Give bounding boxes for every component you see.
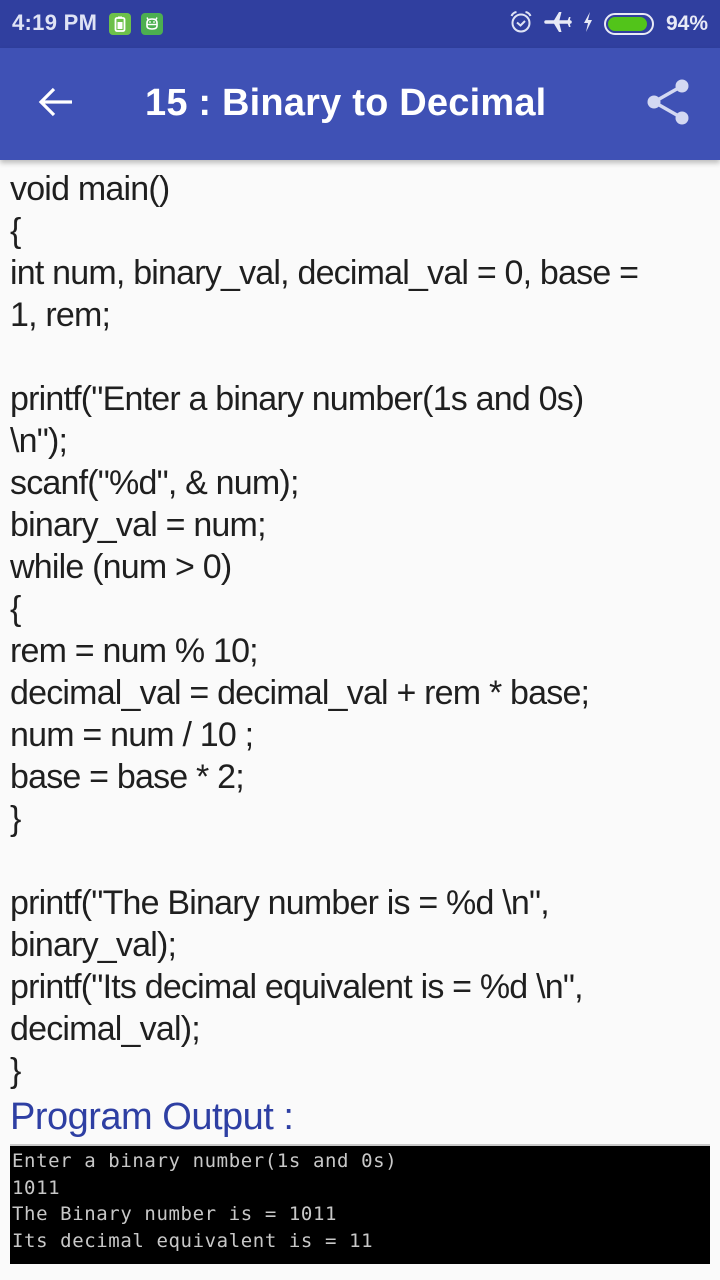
code-line: binary_val = num; [10,506,267,544]
battery-percent: 94% [665,12,708,35]
code-line: } [10,800,21,838]
code-line: } [10,1052,21,1090]
code-line: scanf("%d", & num); [10,464,299,502]
code-line: int num, binary_val, decimal_val = 0, ba… [10,254,639,292]
code-line: base = base * 2; [10,758,245,796]
code-line: void main() [10,170,170,208]
console-line: The Binary number is = 1011 [12,1203,338,1225]
code-line: rem = num % 10; [10,632,259,670]
battery-saver-icon [109,13,131,35]
code-line: decimal_val); [10,1010,201,1048]
status-bar: 4:19 PM 94% [0,0,720,48]
charging-bolt-icon [582,11,594,38]
code-line: num = num / 10 ; [10,716,254,754]
console-line: 1011 [12,1176,61,1199]
share-icon [644,77,692,132]
battery-level-fill [607,17,648,31]
app-bar: 15 : Binary to Decimal [0,48,720,160]
code-line: { [10,590,21,628]
code-line: { [10,212,21,250]
share-button[interactable] [640,76,696,132]
status-time: 4:19 PM [12,10,98,35]
android-icon [141,13,163,35]
code-line: printf("Enter a binary number(1s and 0s) [10,380,584,418]
airplane-mode-icon [544,10,572,39]
console-output: Enter a binary number(1s and 0s) 1011 The … [10,1144,710,1264]
arrow-left-icon [38,86,74,123]
code-line: while (num > 0) [10,548,232,586]
back-button[interactable] [28,76,84,132]
page-title: 15 : Binary to Decimal [145,82,547,124]
program-content: void main() { int num, binary_val, decimal… [0,160,720,1280]
code-line: \n"); [10,422,68,460]
code-line: binary_val); [10,926,177,964]
code-block: void main() { int num, binary_val, decimal… [10,168,710,1092]
code-line: decimal_val = decimal_val + rem * base; [10,674,590,712]
console-line: Its decimal equivalent is = 11 [12,1229,374,1252]
program-output-heading: Program Output : [10,1096,294,1138]
code-line: printf("The Binary number is = %d \n", [10,884,550,922]
alarm-icon [508,9,534,40]
code-line: 1, rem; [10,296,111,334]
battery-icon [603,13,654,35]
console-line: Enter a binary number(1s and 0s) [12,1150,398,1172]
code-line: printf("Its decimal equivalent is = %d \… [10,968,584,1006]
system-icons: 94% [508,0,708,48]
